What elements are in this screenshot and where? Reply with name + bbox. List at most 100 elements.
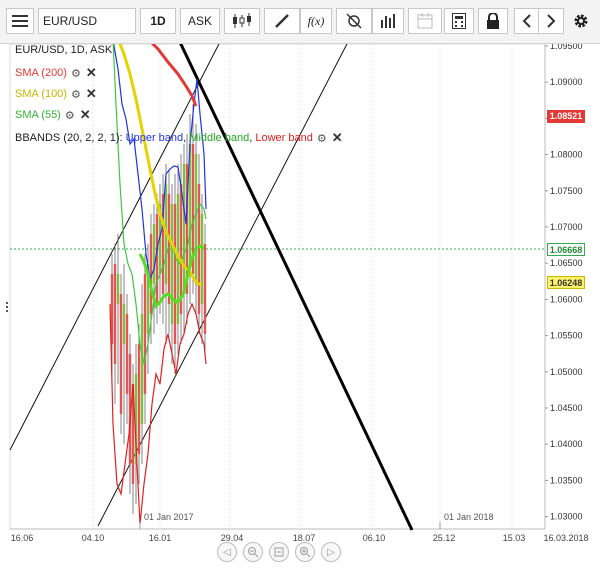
calendar-icon [417, 13, 433, 29]
chevron-left-icon [522, 14, 531, 28]
timeframe-select[interactable]: 1D [140, 8, 176, 34]
settings-button[interactable] [568, 8, 594, 34]
crosshair-button[interactable] [336, 8, 372, 34]
price-axis-label: 1.05000 [550, 367, 583, 377]
sma200-price-tag: 1.08521 [547, 110, 585, 123]
scroll-back-button[interactable] [514, 8, 540, 34]
price-axis-label: 1.05500 [550, 331, 583, 341]
left-resize-handle[interactable] [6, 302, 8, 312]
legend-sma200-label: SMA (200) [15, 67, 67, 79]
time-axis: 16.06 04.10 16.01 29.04 18.07 06.10 25.12 15.03… [11, 533, 589, 543]
close-icon[interactable]: ✕ [86, 65, 97, 81]
candle-body [194, 154, 198, 284]
legend-sma200: SMA (200) ⚙ ✕ [15, 65, 97, 81]
calculator-icon [452, 13, 466, 29]
calendar-button[interactable] [408, 8, 442, 34]
menu-button[interactable] [6, 8, 34, 34]
lock-icon [487, 13, 499, 29]
gear-icon [574, 14, 588, 28]
candle-body [137, 344, 141, 454]
draw-button[interactable] [264, 8, 300, 34]
gear-icon[interactable]: ⚙ [71, 67, 81, 80]
volume-bars-icon [381, 14, 395, 28]
price-type-label: ASK [187, 14, 212, 28]
zoom-out-button[interactable] [243, 542, 263, 562]
candle-body [122, 304, 126, 344]
price-axis-label: 1.07500 [550, 186, 583, 196]
time-axis-label: 16.03.2018 [543, 533, 588, 543]
close-icon[interactable]: ✕ [86, 86, 97, 102]
scroll-left-button[interactable]: ◁ [217, 542, 237, 562]
price-axis-label: 1.07000 [550, 222, 583, 232]
price-chart[interactable]: 1.095001.090001.085001.080001.075001.070… [0, 44, 600, 582]
chevron-right-icon [547, 14, 556, 28]
chart-type-button[interactable] [224, 8, 260, 34]
price-axis-label: 1.04000 [550, 439, 583, 449]
candle-body [119, 294, 123, 414]
zoom-in-button[interactable] [295, 542, 315, 562]
gear-icon[interactable]: ⚙ [71, 88, 81, 101]
candle-body [116, 274, 120, 304]
legend-bbands: BBANDS (20, 2, 2, 1): Upper band , Middl… [15, 130, 343, 146]
time-axis-label: 15.03 [503, 533, 526, 543]
legend-bbands-prefix: BBANDS (20, 2, 2, 1): [15, 132, 126, 144]
draw-pencil-icon [275, 14, 289, 28]
year-marker-2017: 01 Jan 2017 [144, 512, 194, 522]
legend-sma100-label: SMA (100) [15, 88, 67, 100]
gear-icon[interactable]: ⚙ [317, 132, 327, 145]
close-icon[interactable]: ✕ [80, 107, 91, 123]
thick-trendline [179, 44, 414, 531]
chart-area[interactable]: 1.095001.090001.085001.080001.075001.070… [0, 44, 600, 582]
scroll-right-button[interactable]: ▷ [321, 542, 341, 562]
scroll-left-icon: ◁ [223, 546, 231, 558]
indicators-button[interactable]: f(x) [300, 8, 332, 34]
hamburger-menu-icon [12, 15, 28, 27]
toolbar: EUR/USD 1D ASK f(x) [0, 0, 600, 44]
zoom-fit-button[interactable] [269, 542, 289, 562]
legend-sma55-label: SMA (55) [15, 109, 61, 121]
candle-body [113, 264, 117, 364]
candle-body [173, 204, 177, 344]
time-axis-label: 25.12 [433, 533, 456, 543]
price-axis-label: 1.03500 [550, 475, 583, 485]
sma100-price-tag: 1.06248 [547, 276, 585, 289]
candle-body [203, 244, 207, 334]
price-type-select[interactable]: ASK [180, 8, 220, 34]
candle-body [143, 274, 147, 394]
candlestick-icon [233, 13, 251, 28]
crosshair-off-icon [346, 13, 362, 29]
volume-button[interactable] [372, 8, 404, 34]
price-axis-label: 1.09500 [550, 44, 583, 51]
candle-body [182, 164, 186, 294]
chart-header-label: EUR/USD, 1D, ASK [15, 44, 113, 56]
legend-sma100: SMA (100) ⚙ ✕ [15, 86, 97, 102]
current-price-tag: 1.06668 [547, 243, 585, 256]
legend-bbands-upper: Upper band [125, 132, 184, 144]
zoom-out-icon [248, 547, 259, 558]
price-axis-label: 1.09000 [550, 77, 583, 87]
legend-bbands-middle: Middle band [189, 132, 250, 144]
scroll-forward-button[interactable] [538, 8, 564, 34]
year-marker-2018: 01 Jan 2018 [444, 512, 494, 522]
lock-button[interactable] [478, 8, 508, 34]
close-icon[interactable]: ✕ [332, 130, 343, 146]
price-axis-label: 1.03000 [550, 512, 583, 522]
legend-bbands-lower: Lower band [255, 132, 313, 144]
calculator-button[interactable] [444, 8, 474, 34]
chart-header: EUR/USD, 1D, ASK [15, 44, 112, 56]
zoom-in-icon [300, 547, 311, 558]
legend-sma55: SMA (55) ⚙ ✕ [15, 107, 91, 123]
timeframe-label: 1D [150, 14, 166, 28]
time-axis-label: 06.10 [363, 533, 386, 543]
price-axis-label: 1.06500 [550, 258, 583, 268]
price-axis-label: 1.04500 [550, 403, 583, 413]
symbol-input[interactable]: EUR/USD [38, 8, 136, 34]
scroll-right-icon: ▷ [327, 546, 335, 558]
candle-body [152, 224, 156, 284]
gear-icon[interactable]: ⚙ [65, 109, 75, 122]
candles [110, 104, 207, 514]
candle-body [125, 314, 129, 394]
function-icon: f(x) [307, 13, 325, 28]
time-axis-label: 16.06 [11, 533, 34, 543]
price-axis-label: 1.06000 [550, 294, 583, 304]
